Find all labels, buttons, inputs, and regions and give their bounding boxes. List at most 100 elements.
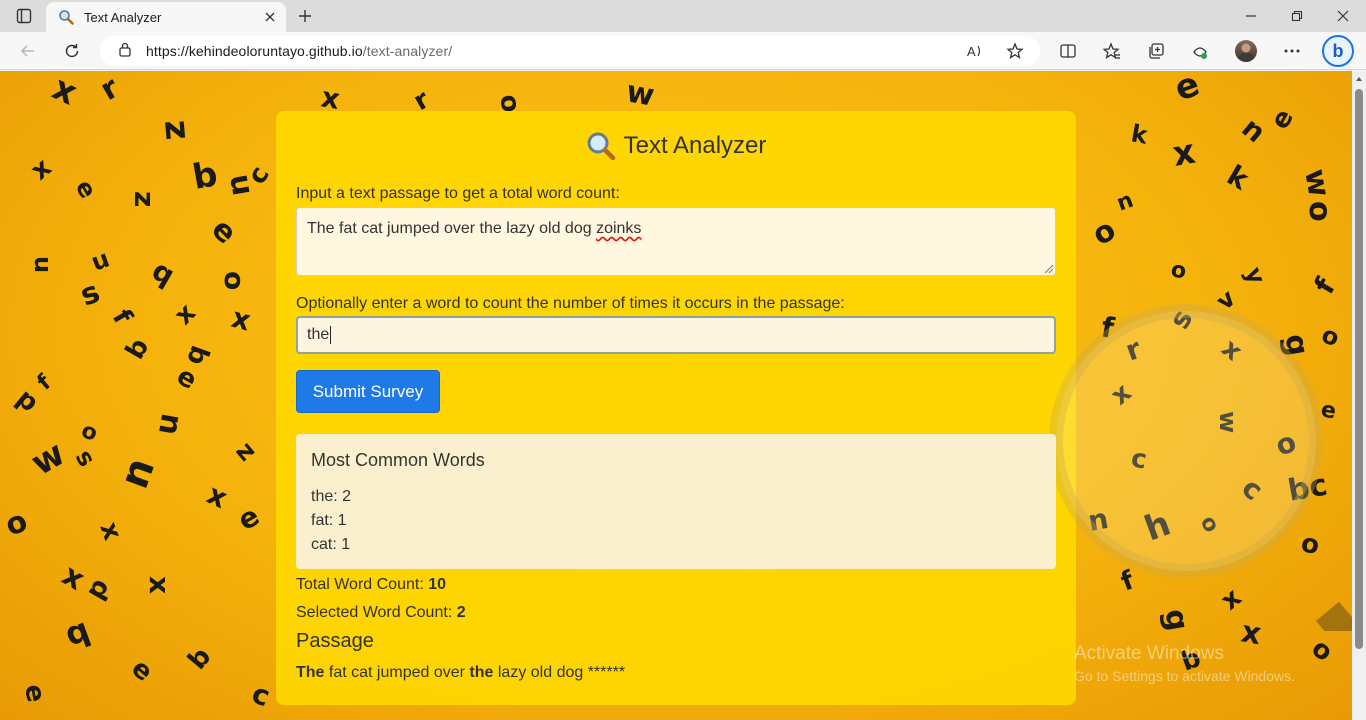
svg-text:x: x xyxy=(25,152,57,186)
watermark-line1: Activate Windows xyxy=(1074,643,1224,664)
svg-text:e: e xyxy=(70,175,102,203)
browser-toolbar: https://kehindeoloruntayo.github.io/text… xyxy=(0,32,1366,70)
common-words-panel: Most Common Words the: 2 fat: 1 cat: 1 xyxy=(296,434,1056,569)
page-title-text: Text Analyzer xyxy=(623,132,767,159)
svg-text:w: w xyxy=(25,433,72,483)
svg-text:x: x xyxy=(228,301,254,338)
text-caret xyxy=(330,326,332,344)
svg-text:q: q xyxy=(147,253,181,292)
watermark-line2: Go to Settings to activate Windows. xyxy=(1074,668,1295,684)
svg-text:q: q xyxy=(60,610,95,654)
svg-text:e: e xyxy=(232,499,265,537)
svg-text:x: x xyxy=(93,518,127,544)
browser-tab[interactable]: Text Analyzer xyxy=(46,2,286,32)
svg-text:w: w xyxy=(624,74,657,113)
svg-text:s: s xyxy=(70,445,101,471)
close-icon[interactable] xyxy=(262,9,278,25)
bing-icon[interactable]: b xyxy=(1322,35,1354,67)
restore-icon[interactable] xyxy=(1274,0,1320,32)
magnifier-icon xyxy=(58,9,74,25)
vertical-scrollbar[interactable] xyxy=(1352,71,1366,720)
svg-text:x: x xyxy=(202,477,232,515)
svg-text:u: u xyxy=(87,244,113,276)
magnifier-watermark xyxy=(1049,304,1352,631)
svg-text:f: f xyxy=(106,305,138,330)
svg-text:k: k xyxy=(1129,119,1151,150)
url-text: https://kehindeoloruntayo.github.io/text… xyxy=(146,43,452,59)
passage-label: Input a text passage to get a total word… xyxy=(296,185,620,202)
page-viewport: x r z x e z b u c e u u q o s f x x b e … xyxy=(0,71,1352,720)
svg-text:o: o xyxy=(1087,212,1122,253)
selected-word-count: Selected Word Count: 2 xyxy=(296,604,466,622)
magnifier-icon xyxy=(586,131,616,161)
avatar[interactable] xyxy=(1235,40,1257,62)
svg-text:x: x xyxy=(1170,132,1199,175)
tab-actions-icon[interactable] xyxy=(10,4,38,28)
svg-text:x: x xyxy=(46,71,83,113)
window-close-icon[interactable] xyxy=(1320,0,1366,32)
total-word-count: Total Word Count: 10 xyxy=(296,576,446,594)
passage-text: The fat cat jumped over the lazy old dog xyxy=(307,220,597,237)
svg-text:b: b xyxy=(190,154,221,198)
tab-title: Text Analyzer xyxy=(84,9,162,25)
svg-text:o: o xyxy=(1,504,32,544)
svg-text:e: e xyxy=(204,212,243,251)
passage-segment: fat cat jumped over xyxy=(324,664,470,681)
read-aloud-icon[interactable]: A xyxy=(960,36,990,66)
plus-icon[interactable] xyxy=(292,4,318,28)
favorite-icon[interactable] xyxy=(1000,36,1030,66)
total-label: Total Word Count: xyxy=(296,576,429,593)
list-item: cat: 1 xyxy=(311,536,351,553)
svg-text:e: e xyxy=(1169,71,1204,109)
svg-text:e: e xyxy=(1265,104,1300,134)
refresh-icon[interactable] xyxy=(57,36,87,66)
scroll-up-icon[interactable] xyxy=(1355,75,1363,83)
more-icon[interactable] xyxy=(1277,36,1307,66)
url-host: https://kehindeoloruntayo.github.io xyxy=(146,43,363,59)
svg-text:b: b xyxy=(182,642,217,676)
svg-text:x: x xyxy=(143,576,176,594)
word-input[interactable]: the xyxy=(296,316,1056,354)
svg-text:n: n xyxy=(1114,188,1137,217)
split-screen-icon[interactable] xyxy=(1053,36,1083,66)
svg-text:p: p xyxy=(80,573,115,604)
svg-text:o: o xyxy=(1302,201,1337,222)
page-title: Text Analyzer xyxy=(276,131,1076,161)
list-item: the: 2 xyxy=(311,488,352,505)
scrollbar-thumb[interactable] xyxy=(1355,89,1363,649)
svg-text:e: e xyxy=(18,682,51,705)
svg-text:z: z xyxy=(128,191,161,207)
passage-segment: lazy old dog ****** xyxy=(493,664,626,681)
svg-text:b: b xyxy=(120,333,155,364)
submit-button[interactable]: Submit Survey xyxy=(296,370,440,413)
passage-output: The fat cat jumped over the lazy old dog… xyxy=(296,664,625,682)
passage-textarea[interactable]: The fat cat jumped over the lazy old dog… xyxy=(296,207,1056,276)
svg-text:x: x xyxy=(169,298,202,331)
passage-heading: Passage xyxy=(296,630,374,652)
svg-text:k: k xyxy=(1222,158,1256,197)
address-bar[interactable]: https://kehindeoloruntayo.github.io/text… xyxy=(100,36,1040,66)
svg-text:z: z xyxy=(156,118,198,141)
minimize-icon[interactable] xyxy=(1228,0,1274,32)
svg-text:u: u xyxy=(148,410,186,437)
svg-text:u: u xyxy=(29,256,57,273)
svg-text:o: o xyxy=(218,271,251,290)
svg-text:o: o xyxy=(78,418,101,447)
lock-icon xyxy=(118,41,132,62)
svg-text:w: w xyxy=(1297,166,1336,199)
svg-text:e: e xyxy=(172,361,202,396)
selected-value: 2 xyxy=(456,604,466,621)
svg-text:A: A xyxy=(967,44,976,59)
highlighted-word: The xyxy=(296,664,325,681)
svg-text:p: p xyxy=(11,383,45,418)
collections-icon[interactable] xyxy=(1141,36,1171,66)
activation-watermark: Activate Windows Go to Settings to activ… xyxy=(1074,643,1295,684)
favorites-icon[interactable] xyxy=(1097,36,1127,66)
resize-grip-icon[interactable] xyxy=(1045,265,1053,273)
back-icon[interactable] xyxy=(13,36,43,66)
svg-text:c: c xyxy=(248,677,275,714)
svg-text:y: y xyxy=(1239,263,1271,288)
performance-icon[interactable] xyxy=(1185,36,1215,66)
word-input-value: the xyxy=(307,326,330,343)
title-bar: Text Analyzer xyxy=(0,0,1366,32)
